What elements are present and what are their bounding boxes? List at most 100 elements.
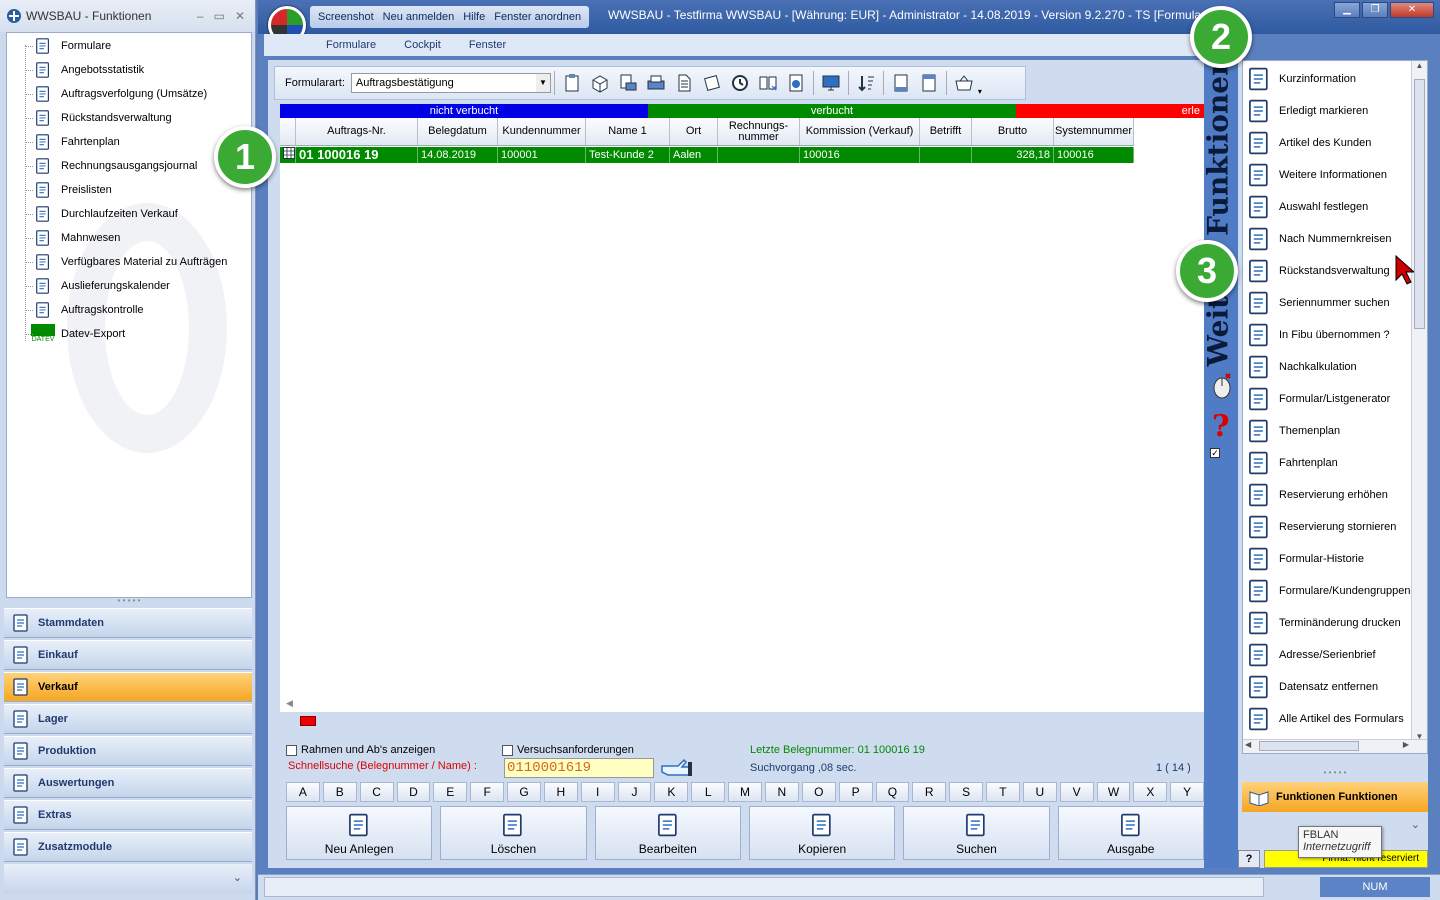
function-item[interactable]: Datensatz entfernen — [1245, 671, 1411, 703]
function-item[interactable]: Auswahl festlegen — [1245, 191, 1411, 223]
alphabet-button-e[interactable]: E — [433, 782, 468, 802]
function-item[interactable]: Themenplan — [1245, 415, 1411, 447]
column-header[interactable]: Auftrags-Nr. — [296, 118, 418, 145]
schnellsuche-input[interactable]: 0110001619 — [504, 758, 654, 778]
tree-item[interactable]: Rückstandsverwaltung — [33, 107, 172, 129]
column-header[interactable]: Ort — [670, 118, 718, 145]
left-window-titlebar[interactable]: WWSBAU - Funktionen – ▭ ✕ — [0, 0, 255, 32]
alphabet-button-m[interactable]: M — [728, 782, 762, 802]
dropdown-arrow-icon[interactable]: ▼ — [535, 74, 550, 92]
function-item[interactable]: Nach Nummernkreisen — [1245, 223, 1411, 255]
nav-group-auswertungen[interactable]: Auswertungen — [4, 768, 252, 798]
alphabet-button-y[interactable]: Y — [1170, 782, 1205, 802]
column-header[interactable]: Betrifft — [920, 118, 972, 145]
toolbar-overflow-icon[interactable]: ▾ — [978, 87, 982, 96]
function-item[interactable]: Reservierung erhöhen — [1245, 479, 1411, 511]
close-icon[interactable]: ✕ — [1390, 2, 1434, 18]
nav-group-extras[interactable]: Extras — [4, 800, 252, 830]
panel-splitter[interactable]: • • • • • — [1242, 768, 1428, 777]
menu-cockpit[interactable]: Cockpit — [404, 39, 441, 51]
versuch-checkbox-row[interactable]: Versuchsanforderungen — [502, 744, 634, 756]
function-item[interactable]: Fahrtenplan — [1245, 447, 1411, 479]
tree-item[interactable]: Rechnungsausgangsjournal — [33, 155, 197, 177]
mouse-icon[interactable] — [1210, 372, 1234, 400]
scroll-right-icon[interactable]: ▶ — [1403, 740, 1409, 749]
basket-icon[interactable] — [950, 69, 978, 97]
kopieren-button[interactable]: Kopieren — [748, 806, 896, 860]
screenshot-button[interactable]: Screenshot — [318, 11, 374, 23]
restore-icon[interactable]: ❐ — [1362, 2, 1388, 18]
tree-item[interactable]: Auslieferungskalender — [33, 275, 170, 297]
scroll-thumb[interactable] — [1414, 79, 1425, 329]
function-item[interactable]: Reservierung stornieren — [1245, 511, 1411, 543]
nav-group-verkauf[interactable]: Verkauf — [4, 672, 252, 702]
function-item[interactable]: Kurzinformation — [1245, 63, 1411, 95]
function-item[interactable]: Formular-Historie — [1245, 543, 1411, 575]
suchen-button[interactable]: Suchen — [903, 806, 1050, 860]
alphabet-button-a[interactable]: A — [286, 782, 320, 802]
column-header[interactable]: Kundennummer — [498, 118, 586, 145]
refresh-docs-icon[interactable] — [698, 69, 726, 97]
clipboard-icon[interactable] — [558, 69, 586, 97]
scroll-left-icon[interactable]: ◀ — [1245, 740, 1251, 749]
alphabet-button-q[interactable]: Q — [875, 782, 910, 802]
column-header[interactable]: Rechnungs-nummer — [718, 118, 800, 145]
maximize-icon[interactable]: ▭ — [214, 9, 225, 23]
rahmen-checkbox[interactable] — [286, 744, 297, 756]
documents-print-icon[interactable] — [614, 69, 642, 97]
info-document-icon[interactable] — [782, 69, 810, 97]
minimize-icon[interactable]: – — [197, 9, 204, 23]
tree-item[interactable]: Auftragsverfolgung (Umsätze) — [33, 83, 207, 105]
function-item[interactable]: Adresse/Serienbrief — [1245, 639, 1411, 671]
functions-vertical-scrollbar[interactable]: ▲ ▼ — [1411, 61, 1427, 741]
column-header[interactable]: Brutto — [972, 118, 1054, 145]
alphabet-button-t[interactable]: T — [986, 782, 1020, 802]
functions-group-header[interactable]: Funktionen Funktionen — [1242, 782, 1428, 812]
tree-item[interactable]: Fahrtenplan — [33, 131, 120, 153]
tree-item[interactable]: Durchlaufzeiten Verkauf — [33, 203, 178, 225]
book-remove-icon[interactable] — [754, 69, 782, 97]
function-item[interactable]: Seriennummer suchen — [1245, 287, 1411, 319]
bearbeiten-button[interactable]: Bearbeiten — [594, 806, 741, 860]
alphabet-button-p[interactable]: P — [838, 782, 873, 802]
alphabet-button-c[interactable]: C — [359, 782, 394, 802]
column-header[interactable]: Name 1 — [586, 118, 670, 145]
tree-item[interactable]: Formulare — [33, 35, 111, 57]
help-menu[interactable]: Hilfe — [463, 11, 485, 23]
layout-bottom-icon[interactable] — [887, 69, 915, 97]
nav-group-stammdaten[interactable]: Stammdaten — [4, 608, 252, 638]
grid-horizontal-scrollbar[interactable]: ◀ — [280, 698, 1204, 710]
löschen-button[interactable]: Löschen — [440, 806, 587, 860]
alphabet-button-h[interactable]: H — [543, 782, 578, 802]
tree-item[interactable]: Preislisten — [33, 179, 112, 201]
alphabet-button-g[interactable]: G — [507, 782, 541, 802]
tree-item[interactable]: Mahnwesen — [33, 227, 120, 249]
alphabet-button-w[interactable]: W — [1096, 782, 1131, 802]
alphabet-button-j[interactable]: J — [617, 782, 652, 802]
function-item[interactable]: In Fibu übernommen ? — [1245, 319, 1411, 351]
alphabet-button-n[interactable]: N — [764, 782, 799, 802]
panel-splitter[interactable]: • • • • • — [6, 597, 252, 606]
printer-icon[interactable] — [642, 69, 670, 97]
help-button[interactable]: ? — [1238, 850, 1260, 868]
package-icon[interactable] — [586, 69, 614, 97]
column-header[interactable] — [280, 118, 296, 145]
function-item[interactable]: Rückstandsverwaltung — [1245, 255, 1411, 287]
menu-formulare[interactable]: Formulare — [326, 39, 376, 51]
document-icon[interactable] — [670, 69, 698, 97]
monitor-icon[interactable] — [817, 69, 845, 97]
neu-anlegen-button[interactable]: Neu Anlegen — [286, 806, 433, 860]
tree-item[interactable]: Angebotsstatistik — [33, 59, 144, 81]
arrange-windows-button[interactable]: Fenster anordnen — [494, 11, 581, 23]
function-item[interactable]: Formular/Listgenerator — [1245, 383, 1411, 415]
alphabet-button-k[interactable]: K — [654, 782, 689, 802]
scroll-left-icon[interactable]: ◀ — [286, 698, 293, 709]
nav-group-produktion[interactable]: Produktion — [4, 736, 252, 766]
function-item[interactable]: Nachkalkulation — [1245, 351, 1411, 383]
column-header[interactable]: Kommission (Verkauf) — [800, 118, 920, 145]
close-icon[interactable]: ✕ — [235, 9, 245, 23]
function-item[interactable]: Alle Artikel des Formulars — [1245, 703, 1411, 735]
functions-horizontal-scrollbar[interactable]: ◀ ▶ — [1243, 739, 1427, 753]
column-header[interactable]: Belegdatum — [418, 118, 498, 145]
layout-top-icon[interactable] — [915, 69, 943, 97]
